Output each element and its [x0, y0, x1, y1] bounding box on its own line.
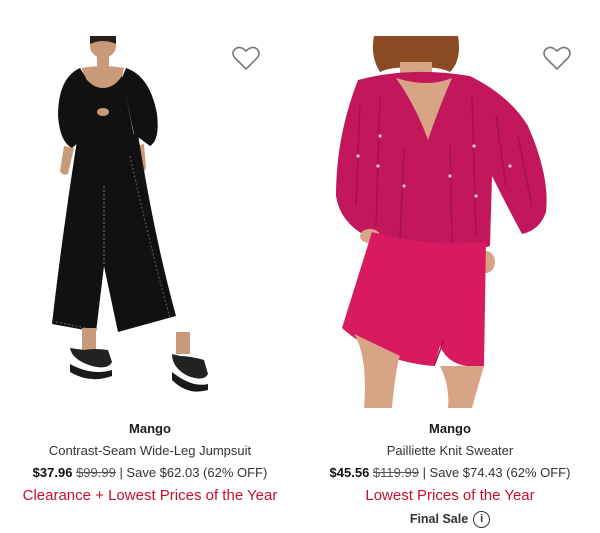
- price-line: $37.96 $99.99 | Save $62.03 (62% OFF): [0, 464, 300, 481]
- promo-badge: Lowest Prices of the Year: [365, 487, 535, 504]
- savings-text: | Save $74.43 (62% OFF): [418, 465, 571, 480]
- original-price: $119.99: [372, 465, 419, 480]
- product-info: Mango Contrast-Seam Wide-Leg Jumpsuit $3…: [0, 420, 300, 505]
- promo-badge: Clearance + Lowest Prices of the Year: [22, 487, 278, 504]
- product-card-jumpsuit[interactable]: Mango Contrast-Seam Wide-Leg Jumpsuit $3…: [0, 0, 300, 533]
- product-info: Mango Pailliette Knit Sweater $45.56 $11…: [300, 420, 600, 528]
- sale-price: $45.56: [329, 465, 370, 480]
- heart-icon: [232, 46, 260, 70]
- product-grid: Mango Contrast-Seam Wide-Leg Jumpsuit $3…: [0, 0, 600, 533]
- price-line: $45.56 $119.99 | Save $74.43 (62% OFF): [300, 464, 600, 481]
- heart-icon: [543, 46, 571, 70]
- product-name-link[interactable]: Contrast-Seam Wide-Leg Jumpsuit: [0, 442, 300, 459]
- favorite-button[interactable]: [231, 44, 261, 72]
- product-card-sweater[interactable]: Mango Pailliette Knit Sweater $45.56 $11…: [300, 0, 600, 533]
- sale-price: $37.96: [32, 465, 73, 480]
- final-sale-label: Final Sale i: [409, 510, 491, 528]
- pink-sweater-skirt-photo: [336, 36, 547, 408]
- black-jumpsuit-photo: [52, 36, 208, 392]
- savings-text: | Save $62.03 (62% OFF): [115, 465, 268, 480]
- product-image-jumpsuit[interactable]: [0, 36, 300, 408]
- product-image-sweater[interactable]: [300, 36, 600, 408]
- original-price: $99.99: [76, 465, 116, 480]
- product-brand: Mango: [129, 421, 171, 436]
- product-brand: Mango: [429, 421, 471, 436]
- final-sale-text: Final Sale: [409, 512, 469, 526]
- favorite-button[interactable]: [542, 44, 572, 72]
- product-name-link[interactable]: Pailliette Knit Sweater: [300, 442, 600, 459]
- info-icon[interactable]: i: [473, 510, 491, 528]
